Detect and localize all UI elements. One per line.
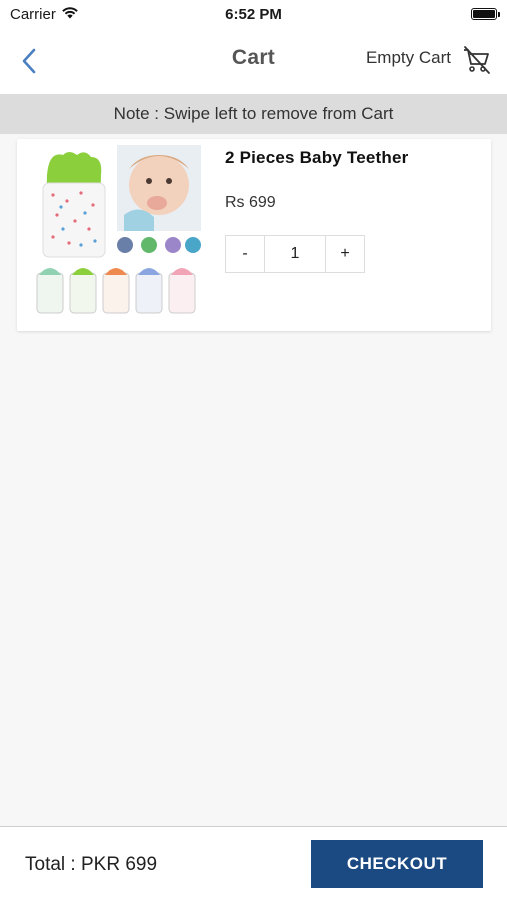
- status-bar: Carrier 6:52 PM: [0, 0, 507, 28]
- swipe-note: Note : Swipe left to remove from Cart: [0, 94, 507, 134]
- checkout-bar: Total : PKR 699 CHECKOUT: [0, 826, 507, 900]
- carrier-label: Carrier: [10, 5, 56, 23]
- status-left: Carrier: [10, 6, 79, 23]
- cart-remove-icon[interactable]: [461, 44, 493, 76]
- empty-cart-button[interactable]: Empty Cart: [366, 48, 451, 68]
- wifi-icon: [61, 6, 79, 23]
- quantity-stepper: - 1 +: [225, 235, 365, 273]
- swipe-note-text: Note : Swipe left to remove from Cart: [113, 104, 394, 123]
- nav-bar: Cart Empty Cart: [0, 28, 507, 94]
- total-amount: Total : PKR 699: [25, 854, 158, 875]
- quantity-value: 1: [264, 236, 326, 272]
- status-time: 6:52 PM: [225, 5, 282, 23]
- product-name[interactable]: 2 Pieces Baby Teether: [225, 148, 408, 168]
- checkout-button[interactable]: CHECKOUT: [311, 840, 483, 888]
- product-image: [29, 145, 201, 317]
- product-price: Rs 699: [225, 194, 276, 211]
- cart-item[interactable]: 2 Pieces Baby Teether Rs 699 - 1 +: [17, 139, 491, 331]
- cart-screen: Carrier 6:52 PM Cart Empty Cart Note: S…: [0, 0, 507, 900]
- increment-button[interactable]: +: [326, 236, 364, 272]
- battery-icon: [471, 8, 500, 20]
- decrement-button[interactable]: -: [226, 236, 264, 272]
